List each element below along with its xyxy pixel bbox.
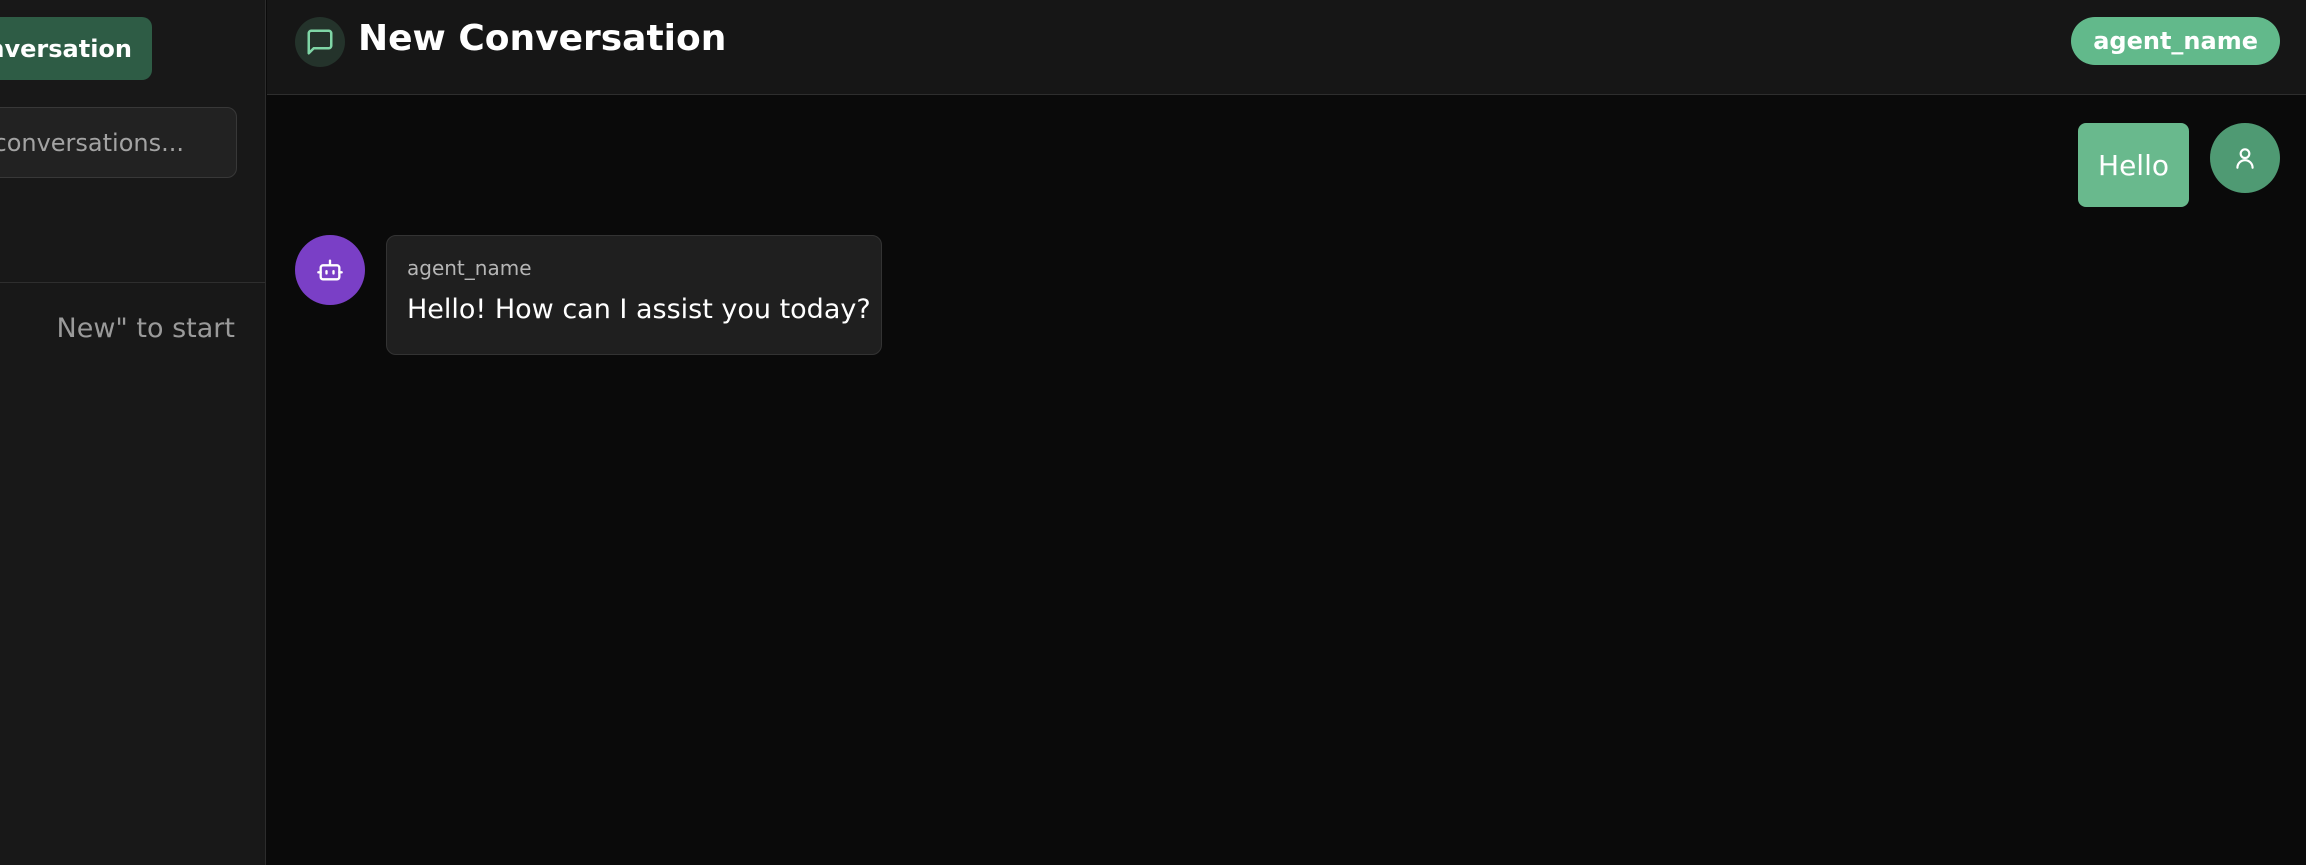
user-message-text: Hello — [2098, 148, 2169, 182]
page-title: New Conversation — [358, 18, 727, 59]
assistant-message-text: Hello! How can I assist you today? — [407, 294, 871, 325]
chat-header: New Conversation agent_name — [267, 0, 2306, 95]
empty-state-hint: New" to start — [56, 313, 235, 344]
agent-name-badge[interactable]: agent_name — [2071, 17, 2280, 65]
agent-name-label: agent_name — [2093, 27, 2258, 55]
user-message: Hello — [2078, 123, 2189, 207]
new-conversation-button[interactable]: onversation — [0, 17, 152, 80]
bot-icon — [295, 235, 365, 305]
search-placeholder: conversations... — [0, 128, 184, 157]
message-list: Hello agent_name Hello! How can I assist… — [267, 96, 2306, 865]
search-conversations-input[interactable]: conversations... — [0, 107, 237, 178]
app-window: onversation conversations... New" to sta… — [0, 0, 2306, 865]
assistant-sender-name: agent_name — [407, 256, 532, 280]
chat-bubble-icon — [295, 17, 345, 67]
user-icon — [2210, 123, 2280, 193]
assistant-message: agent_name Hello! How can I assist you t… — [386, 235, 882, 355]
sidebar: onversation conversations... New" to sta… — [0, 0, 266, 865]
new-conversation-label: onversation — [0, 34, 132, 63]
sidebar-divider — [0, 282, 265, 283]
